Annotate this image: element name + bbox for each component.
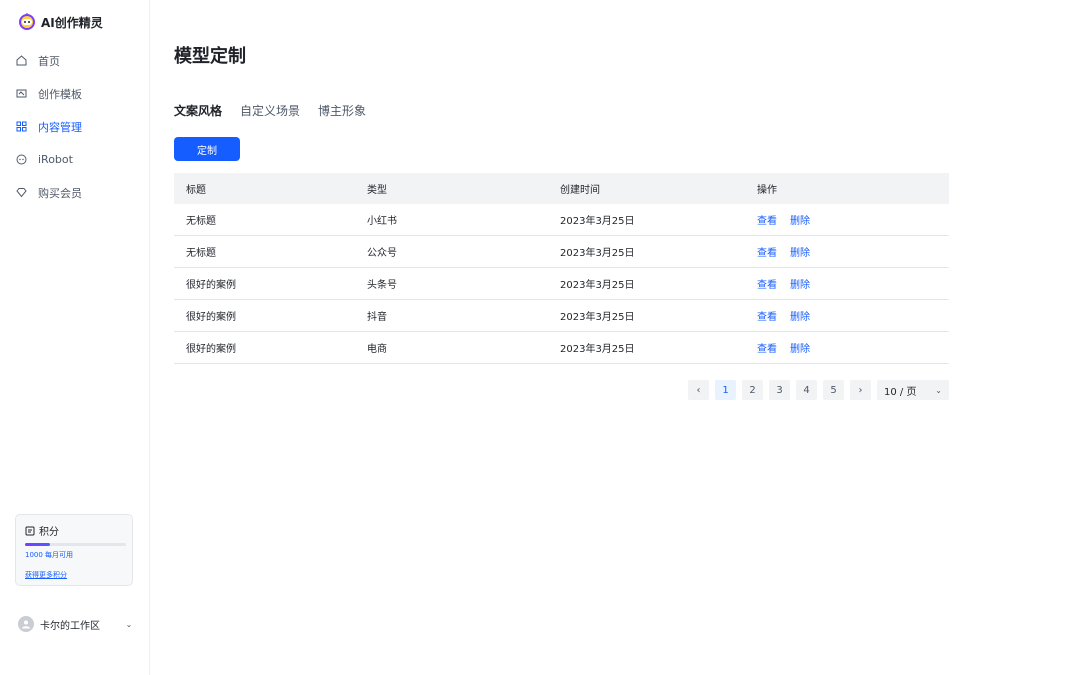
cell-actions: 查看 删除 [757, 340, 949, 355]
sidebar-item-membership[interactable]: 购买会员 [0, 176, 149, 209]
tab-custom-scene[interactable]: 自定义场景 [240, 102, 300, 119]
cell-title: 很好的案例 [186, 280, 236, 291]
cell-actions: 查看 删除 [757, 212, 949, 227]
user-icon [22, 620, 30, 629]
page-button-1[interactable]: 1 [715, 380, 736, 400]
delete-link[interactable]: 删除 [790, 308, 810, 323]
table-row: 无标题 小红书 2023年3月25日 查看 删除 [174, 204, 949, 236]
sidebar-item-templates[interactable]: 创作模板 [0, 77, 149, 110]
cell-created: 2023年3月25日 [560, 312, 635, 323]
delete-link[interactable]: 删除 [790, 244, 810, 259]
avatar [18, 616, 34, 632]
next-page-button[interactable]: › [850, 380, 871, 400]
home-icon [16, 55, 27, 66]
table-row: 很好的案例 电商 2023年3月25日 查看 删除 [174, 332, 949, 364]
cell-created: 2023年3月25日 [560, 248, 635, 259]
cell-actions: 查看 删除 [757, 244, 949, 259]
column-header-created: 创建时间 [560, 185, 600, 196]
view-link[interactable]: 查看 [757, 212, 777, 227]
chevron-down-icon: ⌄ [125, 619, 133, 629]
cell-type: 公众号 [367, 248, 397, 259]
pagination: ‹ 1 2 3 4 5 › 10 / 页 ⌄ [688, 380, 949, 400]
column-header-type: 类型 [367, 185, 387, 196]
workspace-name: 卡尔的工作区 [40, 620, 100, 632]
page-button-3[interactable]: 3 [769, 380, 790, 400]
cell-created: 2023年3月25日 [560, 344, 635, 355]
sidebar-item-label: 内容管理 [38, 120, 82, 134]
template-icon [16, 88, 27, 99]
points-title: 积分 [25, 523, 59, 538]
brand-name: AI创作精灵 [41, 15, 103, 30]
view-link[interactable]: 查看 [757, 308, 777, 323]
chevron-down-icon: ⌄ [935, 385, 942, 395]
table-row: 很好的案例 头条号 2023年3月25日 查看 删除 [174, 268, 949, 300]
table-header: 标题 类型 创建时间 操作 [174, 173, 949, 204]
customize-button[interactable]: 定制 [174, 137, 240, 161]
cell-title: 无标题 [186, 248, 216, 259]
view-link[interactable]: 查看 [757, 244, 777, 259]
cell-created: 2023年3月25日 [560, 280, 635, 291]
table-row: 无标题 公众号 2023年3月25日 查看 删除 [174, 236, 949, 268]
cell-type: 头条号 [367, 280, 397, 291]
page-button-4[interactable]: 4 [796, 380, 817, 400]
page-button-5[interactable]: 5 [823, 380, 844, 400]
tab-bar: 文案风格 自定义场景 博主形象 [174, 102, 366, 119]
points-title-label: 积分 [39, 527, 59, 538]
page-size-value: 10 / 页 [884, 386, 917, 398]
page-button-2[interactable]: 2 [742, 380, 763, 400]
workspace-switcher[interactable]: 卡尔的工作区 ⌄ [18, 614, 134, 634]
prev-page-button[interactable]: ‹ [688, 380, 709, 400]
points-card: 积分 1000 每月可用 获得更多积分 [15, 514, 133, 586]
cell-actions: 查看 删除 [757, 276, 949, 291]
points-progress-bar [25, 543, 126, 546]
cell-actions: 查看 删除 [757, 308, 949, 323]
cell-type: 电商 [367, 344, 387, 355]
view-link[interactable]: 查看 [757, 276, 777, 291]
sidebar-item-label: 购买会员 [38, 186, 82, 200]
page-title: 模型定制 [174, 46, 246, 67]
robot-icon [16, 154, 27, 165]
table-row: 很好的案例 抖音 2023年3月25日 查看 删除 [174, 300, 949, 332]
sidebar-item-content[interactable]: 内容管理 [0, 110, 149, 143]
sidebar-item-home[interactable]: 首页 [0, 44, 149, 77]
get-more-points-link[interactable]: 获得更多积分 [25, 570, 67, 580]
grid-icon [16, 121, 27, 132]
tab-copy-style[interactable]: 文案风格 [174, 102, 222, 119]
page-size-select[interactable]: 10 / 页 ⌄ [877, 380, 949, 400]
cell-title: 很好的案例 [186, 344, 236, 355]
delete-link[interactable]: 删除 [790, 276, 810, 291]
tab-blogger-persona[interactable]: 博主形象 [318, 102, 366, 119]
sidebar: AI创作精灵 首页 创作模板 内容管理 iRobot 购买会员 积分 1000 … [0, 0, 150, 675]
sidebar-item-label: iRobot [38, 153, 73, 166]
delete-link[interactable]: 删除 [790, 340, 810, 355]
sidebar-item-label: 创作模板 [38, 87, 82, 101]
diamond-icon [16, 187, 27, 198]
content-table: 标题 类型 创建时间 操作 无标题 小红书 2023年3月25日 查看 删除 无… [174, 173, 949, 364]
delete-link[interactable]: 删除 [790, 212, 810, 227]
cell-type: 抖音 [367, 312, 387, 323]
column-header-title: 标题 [186, 185, 206, 196]
cell-created: 2023年3月25日 [560, 216, 635, 227]
brand[interactable]: AI创作精灵 [17, 11, 103, 33]
points-usage: 1000 每月可用 [25, 551, 74, 559]
cell-title: 无标题 [186, 216, 216, 227]
sidebar-nav: 首页 创作模板 内容管理 iRobot 购买会员 [0, 44, 149, 209]
points-progress-fill [25, 543, 51, 546]
sidebar-item-irobot[interactable]: iRobot [0, 143, 149, 176]
robot-logo-icon [19, 13, 35, 30]
column-header-actions: 操作 [757, 185, 777, 196]
view-link[interactable]: 查看 [757, 340, 777, 355]
cell-title: 很好的案例 [186, 312, 236, 323]
sidebar-item-label: 首页 [38, 54, 60, 68]
cell-type: 小红书 [367, 216, 397, 227]
points-doc-icon [25, 526, 35, 535]
